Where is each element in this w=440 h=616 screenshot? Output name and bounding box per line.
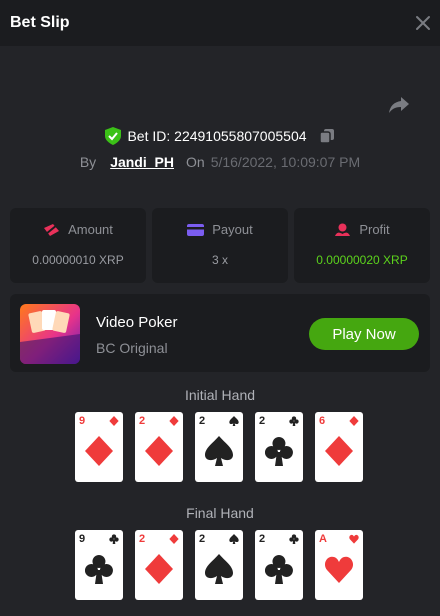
- share-icon[interactable]: [388, 95, 410, 115]
- diamond-icon: [145, 554, 173, 584]
- stats-row: Amount 0.00000010 XRP Payout 3 x Profit …: [10, 208, 430, 283]
- page-title: Bet Slip: [10, 14, 70, 31]
- card-rank: 2: [139, 533, 146, 545]
- game-name: Video Poker: [96, 314, 178, 331]
- club-icon: [265, 555, 293, 584]
- stat-label: Payout: [212, 222, 253, 237]
- heart-icon: [349, 534, 359, 544]
- close-icon[interactable]: [414, 14, 432, 32]
- club-icon: [289, 534, 299, 544]
- profit-icon: [335, 223, 351, 236]
- spade-icon: [205, 436, 233, 466]
- stat-profit: Profit 0.00000020 XRP: [294, 208, 430, 283]
- game-card: Video Poker BC Original Play Now: [10, 294, 430, 372]
- amount-icon: [44, 223, 60, 236]
- on-label: On: [186, 154, 205, 170]
- game-provider: BC Original: [96, 340, 168, 356]
- diamond-icon: [85, 436, 113, 466]
- card-rank: 2: [199, 533, 206, 545]
- bet-author-row: By Jandi_PH On 5/16/2022, 10:09:07 PM: [0, 153, 440, 171]
- card-rank: 2: [139, 415, 146, 427]
- card-rank: A: [319, 533, 327, 545]
- playing-card: 9: [75, 412, 123, 482]
- diamond-icon: [169, 416, 179, 426]
- diamond-icon: [325, 436, 353, 466]
- username-link[interactable]: Jandi_PH: [110, 154, 174, 170]
- playing-card: 6: [315, 412, 363, 482]
- playing-card: 2: [135, 412, 183, 482]
- playing-card: 2: [195, 412, 243, 482]
- verified-shield-icon: [105, 127, 122, 145]
- stat-payout: Payout 3 x: [152, 208, 288, 283]
- club-icon: [109, 534, 119, 544]
- playing-card: 9: [75, 530, 123, 600]
- stat-amount: Amount 0.00000010 XRP: [10, 208, 146, 283]
- copy-icon[interactable]: [318, 128, 335, 144]
- card-rank: 9: [79, 415, 86, 427]
- playing-card: 2: [135, 530, 183, 600]
- card-rank: 2: [259, 415, 266, 427]
- initial-hand-title: Initial Hand: [184, 387, 256, 403]
- stat-value: 0.00000010 XRP: [32, 253, 124, 267]
- diamond-icon: [169, 534, 179, 544]
- stat-label: Amount: [68, 222, 113, 237]
- diamond-icon: [145, 436, 173, 466]
- card-icon: [187, 223, 205, 236]
- playing-card: 2: [255, 412, 303, 482]
- spade-icon: [229, 416, 239, 426]
- card-rank: 2: [259, 533, 266, 545]
- diamond-icon: [109, 416, 119, 426]
- club-icon: [85, 555, 113, 584]
- card-rank: 9: [79, 533, 86, 545]
- club-icon: [265, 437, 293, 466]
- bet-id-row: Bet ID: 22491055807005504: [0, 126, 440, 146]
- playing-card: 2: [255, 530, 303, 600]
- club-icon: [289, 416, 299, 426]
- playing-card: A: [315, 530, 363, 600]
- final-hand: 9 2 2 2 A: [75, 530, 365, 600]
- header: Bet Slip: [0, 0, 440, 46]
- diamond-icon: [349, 416, 359, 426]
- game-thumbnail[interactable]: [20, 304, 80, 364]
- play-now-button[interactable]: Play Now: [309, 318, 419, 350]
- card-rank: 2: [199, 415, 206, 427]
- playing-card: 2: [195, 530, 243, 600]
- bet-id: Bet ID: 22491055807005504: [127, 128, 307, 144]
- spade-icon: [229, 534, 239, 544]
- heart-icon: [325, 556, 353, 583]
- stat-label: Profit: [359, 222, 390, 237]
- final-hand-title: Final Hand: [186, 505, 254, 521]
- initial-hand: 9 2 2 2 6: [75, 412, 365, 482]
- bet-date: 5/16/2022, 10:09:07 PM: [210, 154, 361, 170]
- stat-value: 3 x: [211, 253, 228, 267]
- by-label: By: [79, 154, 97, 170]
- card-rank: 6: [319, 415, 326, 427]
- spade-icon: [205, 554, 233, 584]
- stat-value: 0.00000020 XRP: [316, 253, 408, 267]
